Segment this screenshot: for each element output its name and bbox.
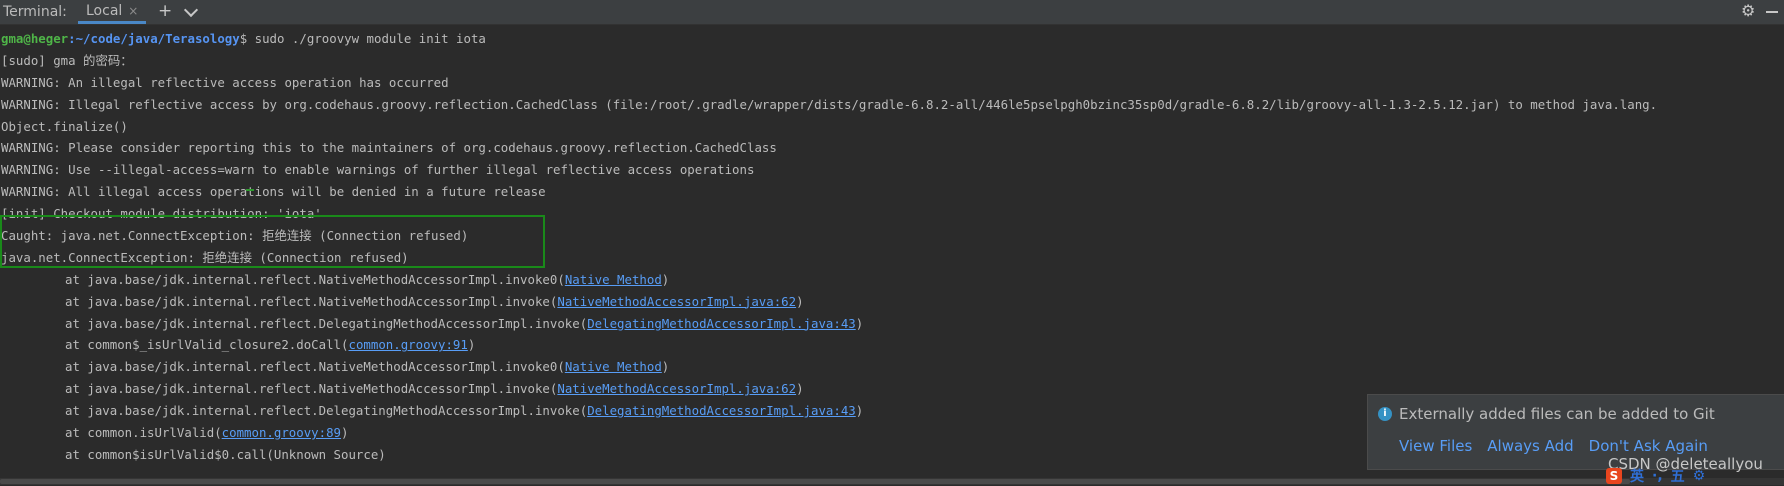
output-line: WARNING: Illegal reflective access by or…: [1, 96, 1658, 112]
source-link[interactable]: common.groovy:91: [348, 337, 467, 352]
stack-text: at common$isUrlValid$0.call(Unknown Sour…: [65, 446, 386, 462]
stack-line: at java.base/jdk.internal.reflect.Native…: [1, 269, 1781, 291]
stack-text: ): [341, 425, 349, 441]
ime-punct[interactable]: ·,: [1652, 468, 1663, 484]
prompt-user: gma@heger: [1, 31, 69, 46]
source-link[interactable]: common.groovy:89: [222, 425, 341, 440]
always-add-link[interactable]: Always Add: [1487, 437, 1573, 455]
output-line: WARNING: Please consider reporting this …: [1, 140, 777, 156]
source-link[interactable]: DelegatingMethodAccessorImpl.java:43: [587, 403, 856, 418]
stack-text: at java.base/jdk.internal.reflect.Native…: [65, 271, 565, 287]
add-tab-icon[interactable]: +: [158, 1, 172, 21]
ime-mode[interactable]: 五: [1671, 466, 1685, 486]
ime-toolbar[interactable]: S 英 ·, 五 ⚙: [1606, 466, 1705, 486]
error-highlight-box: [0, 215, 545, 268]
view-files-link[interactable]: View Files: [1399, 437, 1472, 455]
stack-text: ): [661, 359, 670, 375]
output-line: WARNING: Use --illegal-access=warn to en…: [1, 162, 755, 178]
minimize-icon[interactable]: [1766, 11, 1778, 13]
notification-actions: View Files Always Add Don't Ask Again: [1399, 437, 1708, 455]
tab-local-label: Local: [86, 2, 123, 19]
source-link[interactable]: Native Method: [565, 359, 662, 374]
output-line: Object.finalize(): [1, 118, 128, 134]
prompt-path: :~/code/java/Terasology: [68, 31, 240, 46]
stack-text: at java.base/jdk.internal.reflect.Delega…: [65, 403, 588, 419]
source-link[interactable]: NativeMethodAccessorImpl.java:62: [557, 294, 796, 309]
stack-text: at java.base/jdk.internal.reflect.Native…: [65, 293, 558, 309]
stack-text: ): [796, 293, 804, 309]
stack-text: at common$_isUrlValid_closure2.doCall(: [65, 337, 349, 353]
gear-icon[interactable]: ⚙: [1741, 1, 1755, 20]
text-cursor: [246, 189, 254, 191]
tab-close-icon[interactable]: ×: [128, 4, 138, 18]
prompt-line: gma@heger:~/code/java/Terasology$ sudo .…: [1, 28, 1781, 50]
stack-line: at java.base/jdk.internal.reflect.Native…: [1, 356, 1781, 378]
output-line: WARNING: All illegal access operations w…: [1, 184, 546, 200]
ime-gear-icon[interactable]: ⚙: [1693, 468, 1706, 484]
stack-line: at java.base/jdk.internal.reflect.Native…: [1, 291, 1781, 313]
tab-local[interactable]: Local ×: [78, 0, 147, 24]
dont-ask-again-link[interactable]: Don't Ask Again: [1589, 437, 1708, 455]
source-link[interactable]: Native Method: [565, 272, 662, 287]
output-line: [sudo] gma 的密码：: [1, 52, 133, 68]
stack-text: ): [467, 337, 476, 353]
stack-text: ): [855, 315, 864, 331]
output-line: WARNING: An illegal reflective access op…: [1, 74, 449, 90]
scrollbar-thumb[interactable]: [0, 479, 1630, 484]
notification-message: Externally added files can be added to G…: [1399, 405, 1715, 423]
source-link[interactable]: DelegatingMethodAccessorImpl.java:43: [587, 316, 856, 331]
stack-text: at java.base/jdk.internal.reflect.Delega…: [65, 315, 588, 331]
chevron-down-icon[interactable]: [183, 2, 199, 18]
ime-lang[interactable]: 英: [1630, 466, 1644, 486]
horizontal-scrollbar[interactable]: [0, 478, 1784, 485]
info-icon: i: [1378, 407, 1392, 421]
source-link[interactable]: NativeMethodAccessorImpl.java:62: [557, 381, 796, 396]
stack-text: at common.isUrlValid(: [65, 425, 222, 441]
stack-line: at common$_isUrlValid_closure2.doCall(co…: [1, 334, 1781, 356]
sogou-logo-icon[interactable]: S: [1606, 468, 1622, 484]
prompt-command: $ sudo ./groovyw module init iota: [239, 31, 486, 46]
terminal-tab-bar: Terminal: Local × + ⚙: [0, 0, 1784, 25]
stack-text: ): [796, 381, 804, 397]
stack-line: at java.base/jdk.internal.reflect.Delega…: [1, 313, 1781, 335]
stack-text: ): [661, 271, 670, 287]
stack-text: ): [855, 403, 864, 419]
stack-text: at java.base/jdk.internal.reflect.Native…: [65, 381, 558, 397]
terminal-label: Terminal:: [3, 4, 67, 20]
stack-text: at java.base/jdk.internal.reflect.Native…: [65, 359, 565, 375]
